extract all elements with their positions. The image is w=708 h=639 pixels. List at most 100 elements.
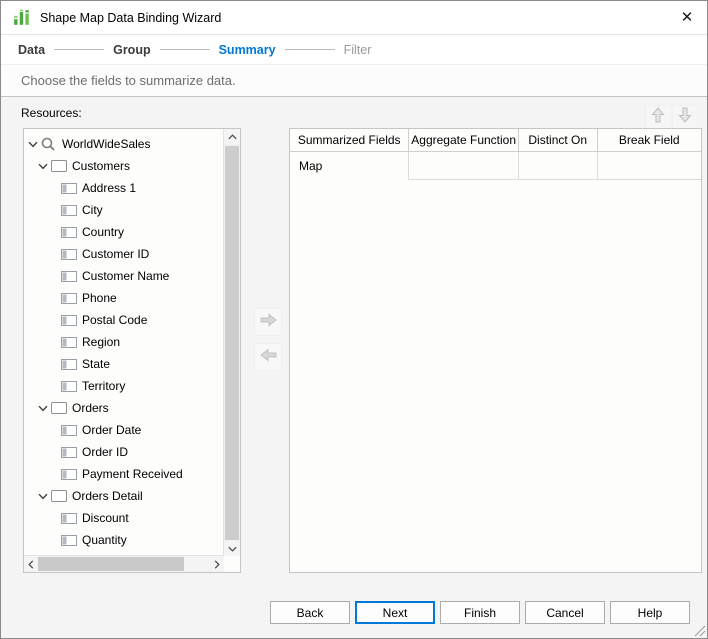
field-icon bbox=[61, 358, 82, 370]
tree-item-country[interactable]: Country bbox=[24, 221, 224, 243]
resize-grip-icon[interactable] bbox=[691, 622, 706, 637]
column-header-distinct-on: Distinct On bbox=[518, 129, 598, 152]
tree-item-address-1[interactable]: Address 1 bbox=[24, 177, 224, 199]
table-row[interactable]: Map bbox=[290, 152, 701, 180]
field-icon bbox=[61, 534, 82, 546]
tree-item-label: Quantity bbox=[82, 533, 127, 547]
add-field-button[interactable] bbox=[254, 308, 282, 336]
step-summary[interactable]: Summary bbox=[219, 43, 276, 57]
field-icon bbox=[61, 314, 82, 326]
tree-item-orders[interactable]: Orders bbox=[24, 397, 224, 419]
horizontal-scroll-thumb[interactable] bbox=[38, 557, 184, 571]
step-connector bbox=[54, 49, 105, 50]
tree-item-label: WorldWideSales bbox=[62, 137, 151, 151]
distinct-on-cell[interactable] bbox=[518, 152, 598, 180]
tree-item-territory[interactable]: Territory bbox=[24, 375, 224, 397]
wizard-step-nav: Data Group Summary Filter bbox=[1, 35, 707, 65]
field-icon bbox=[61, 292, 82, 304]
resources-tree: WorldWideSales Customers Address 1 City Coun… bbox=[23, 128, 241, 573]
field-icon bbox=[61, 446, 82, 458]
tree-item-payment-received[interactable]: Payment Received bbox=[24, 463, 224, 485]
scroll-right-icon[interactable] bbox=[210, 556, 224, 572]
tree-item-customers[interactable]: Customers bbox=[24, 155, 224, 177]
dataset-icon bbox=[51, 402, 72, 414]
scroll-up-icon[interactable] bbox=[224, 129, 240, 144]
field-icon bbox=[61, 424, 82, 436]
scroll-down-icon[interactable] bbox=[224, 541, 240, 556]
summary-fields-panel: Summarized Fields Aggregate Function Dis… bbox=[289, 128, 702, 573]
step-group[interactable]: Group bbox=[113, 43, 151, 57]
chevron-down-icon[interactable] bbox=[28, 141, 41, 148]
tree-item-discount[interactable]: Discount bbox=[24, 507, 224, 529]
tree-item-state[interactable]: State bbox=[24, 353, 224, 375]
tree-item-customer-name[interactable]: Customer Name bbox=[24, 265, 224, 287]
field-icon bbox=[61, 270, 82, 282]
chevron-down-icon[interactable] bbox=[38, 405, 51, 412]
next-button[interactable]: Next bbox=[355, 601, 435, 624]
field-icon bbox=[61, 512, 82, 524]
step-filter[interactable]: Filter bbox=[344, 43, 372, 57]
aggregate-function-cell[interactable] bbox=[409, 152, 519, 180]
break-field-cell[interactable] bbox=[597, 152, 701, 180]
resources-label: Resources: bbox=[21, 106, 82, 120]
tree-item-label: Payment Received bbox=[82, 467, 183, 481]
shape-map-data-binding-wizard-dialog: Shape Map Data Binding Wizard ✕ Data Gro… bbox=[0, 0, 708, 639]
tree-item-label: Discount bbox=[82, 511, 129, 525]
tree-item-label: Address 1 bbox=[82, 181, 137, 195]
field-icon bbox=[61, 226, 82, 238]
remove-field-button[interactable] bbox=[254, 343, 282, 371]
step-connector bbox=[159, 49, 210, 50]
vertical-scroll-thumb[interactable] bbox=[225, 146, 239, 540]
step-connector bbox=[284, 49, 335, 50]
step-data[interactable]: Data bbox=[18, 43, 45, 57]
tree-item-label: Phone bbox=[82, 291, 117, 305]
finish-button[interactable]: Finish bbox=[440, 601, 520, 624]
summary-table-header: Summarized Fields Aggregate Function Dis… bbox=[290, 129, 702, 152]
subtitle-text: Choose the fields to summarize data. bbox=[21, 73, 236, 88]
window-title: Shape Map Data Binding Wizard bbox=[40, 10, 222, 25]
field-icon bbox=[61, 380, 82, 392]
column-header-aggregate-function: Aggregate Function bbox=[409, 129, 519, 152]
move-up-button[interactable] bbox=[645, 105, 671, 130]
column-header-summarized-fields: Summarized Fields bbox=[290, 129, 410, 152]
tree-item-label: State bbox=[82, 357, 111, 371]
tree-item-label: Orders Detail bbox=[72, 489, 143, 503]
tree-item-label: Customers bbox=[72, 159, 131, 173]
chevron-down-icon[interactable] bbox=[38, 163, 51, 170]
wizard-subtitle: Choose the fields to summarize data. bbox=[1, 65, 707, 97]
down-arrow-icon bbox=[678, 107, 692, 128]
tree-item-postal-code[interactable]: Postal Code bbox=[24, 309, 224, 331]
chart-app-icon bbox=[13, 9, 31, 27]
dataset-icon bbox=[51, 160, 72, 172]
field-icon bbox=[61, 248, 82, 260]
horizontal-scrollbar[interactable] bbox=[24, 555, 224, 572]
vertical-scrollbar[interactable] bbox=[223, 129, 240, 556]
tree-item-label: Order ID bbox=[82, 445, 129, 459]
help-button[interactable]: Help bbox=[610, 601, 690, 624]
field-icon bbox=[61, 182, 82, 194]
right-arrow-icon bbox=[260, 312, 277, 332]
close-icon[interactable]: ✕ bbox=[677, 7, 697, 27]
tree-item-label: Territory bbox=[82, 379, 126, 393]
up-arrow-icon bbox=[651, 107, 665, 128]
scroll-left-icon[interactable] bbox=[24, 556, 38, 572]
field-icon bbox=[61, 336, 82, 348]
chevron-down-icon[interactable] bbox=[38, 493, 51, 500]
tree-item-phone[interactable]: Phone bbox=[24, 287, 224, 309]
tree-item-label: Region bbox=[82, 335, 121, 349]
tree-item-region[interactable]: Region bbox=[24, 331, 224, 353]
tree-item-order-date[interactable]: Order Date bbox=[24, 419, 224, 441]
tree-item-label: Postal Code bbox=[82, 313, 148, 327]
move-down-button[interactable] bbox=[672, 105, 698, 130]
tree-item-label: Country bbox=[82, 225, 125, 239]
tree-item-order-id[interactable]: Order ID bbox=[24, 441, 224, 463]
tree-item-customer-id[interactable]: Customer ID bbox=[24, 243, 224, 265]
field-icon bbox=[61, 204, 82, 216]
tree-item-orders-detail[interactable]: Orders Detail bbox=[24, 485, 224, 507]
back-button[interactable]: Back bbox=[270, 601, 350, 624]
tree-item-label: Customer ID bbox=[82, 247, 150, 261]
cancel-button[interactable]: Cancel bbox=[525, 601, 605, 624]
tree-item-quantity[interactable]: Quantity bbox=[24, 529, 224, 551]
tree-item-worldwidesales[interactable]: WorldWideSales bbox=[24, 133, 224, 155]
tree-item-city[interactable]: City bbox=[24, 199, 224, 221]
